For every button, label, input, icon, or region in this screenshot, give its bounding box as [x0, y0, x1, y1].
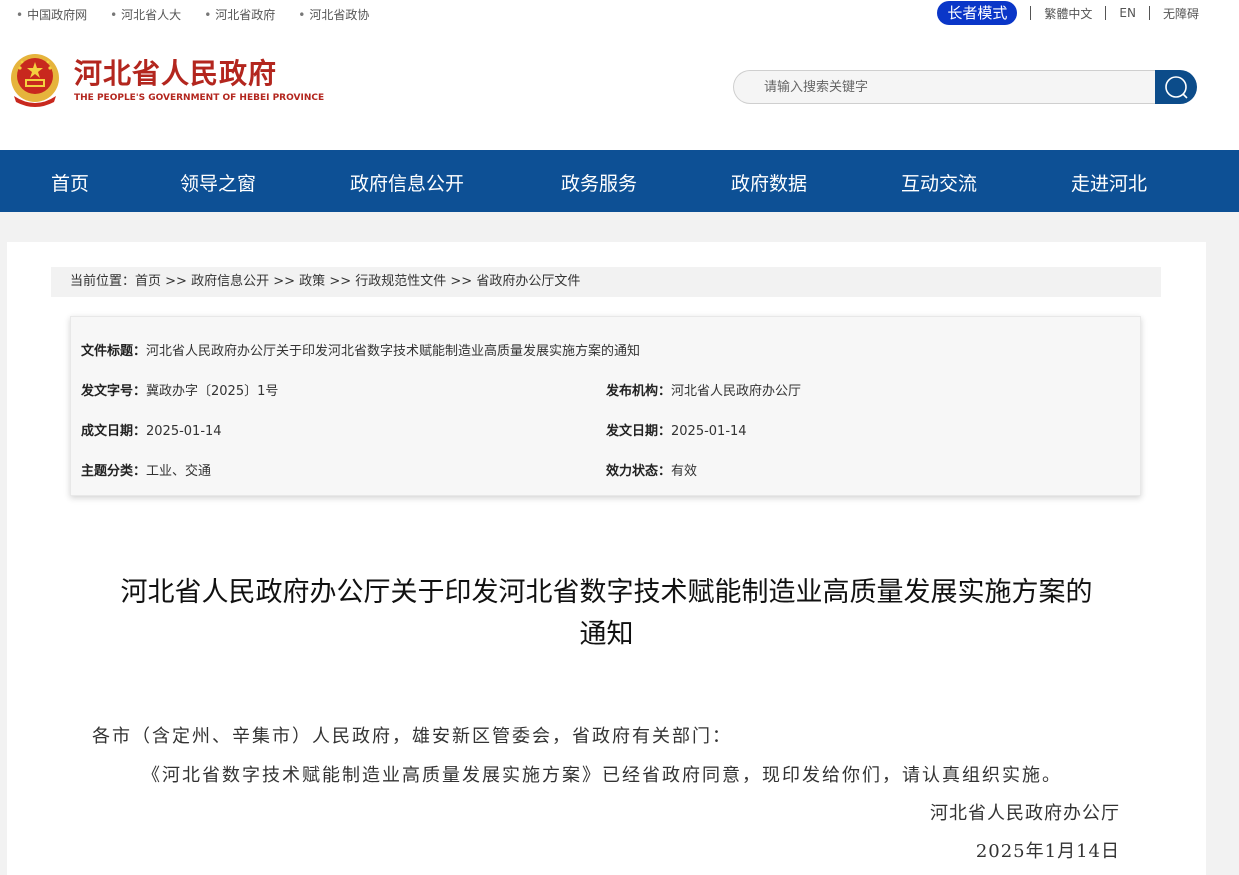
- breadcrumb-item-policy[interactable]: 政策: [299, 274, 325, 289]
- nav-item-data[interactable]: 政府数据: [731, 169, 807, 196]
- divider: [1030, 6, 1032, 20]
- meta-issuer: 发布机构：河北省人民政府办公厅: [606, 380, 801, 399]
- meta-title: 文件标题：河北省人民政府办公厅关于印发河北省数字技术赋能制造业高质量发展实施方案…: [81, 340, 640, 359]
- breadcrumb-sep: >>: [269, 274, 300, 289]
- meta-doc-no-value: 冀政办字〔2025〕1号: [146, 384, 279, 399]
- meta-doc-no: 发文字号：冀政办字〔2025〕1号: [81, 380, 278, 399]
- accessibility-link[interactable]: 无障碍: [1163, 5, 1199, 22]
- breadcrumb: 当前位置：首页 >> 政府信息公开 >> 政策 >> 行政规范性文件 >> 省政…: [51, 267, 1161, 297]
- document-metadata: 文件标题：河北省人民政府办公厅关于印发河北省数字技术赋能制造业高质量发展实施方案…: [70, 316, 1141, 496]
- top-links: 中国政府网 河北省人大 河北省政府 河北省政协: [16, 6, 392, 23]
- nav-item-home[interactable]: 首页: [51, 169, 89, 196]
- meta-status-value: 有效: [671, 464, 698, 479]
- nav-item-leaders[interactable]: 领导之窗: [180, 169, 256, 196]
- document-salutation: 各市（含定州、辛集市）人民政府，雄安新区管委会，省政府有关部门：: [92, 726, 732, 747]
- meta-issued-label: 发文日期：: [606, 424, 672, 439]
- divider: [1105, 6, 1107, 20]
- site-logo[interactable]: 河北省人民政府 THE PEOPLE'S GOVERNMENT OF HEBEI…: [8, 52, 324, 108]
- breadcrumb-item-office-docs[interactable]: 省政府办公厅文件: [476, 274, 580, 289]
- meta-status: 效力状态：有效: [606, 460, 697, 479]
- english-link[interactable]: EN: [1119, 6, 1136, 20]
- top-link-hebei-cppcc[interactable]: 河北省政协: [298, 6, 369, 23]
- top-link-hebei-gov[interactable]: 河北省政府: [204, 6, 275, 23]
- search-bar: [733, 70, 1197, 104]
- top-right-tools: 长者模式 繁體中文 EN 无障碍: [937, 1, 1199, 25]
- meta-issuer-value: 河北省人民政府办公厅: [671, 384, 802, 399]
- meta-written-value: 2025-01-14: [146, 424, 222, 439]
- meta-topic-label: 主题分类：: [81, 464, 147, 479]
- main-nav: 首页 领导之窗 政府信息公开 政务服务 政府数据 互动交流 走进河北: [0, 150, 1239, 212]
- meta-issuer-label: 发布机构：: [606, 384, 672, 399]
- meta-title-value: 河北省人民政府办公厅关于印发河北省数字技术赋能制造业高质量发展实施方案的通知: [146, 344, 641, 359]
- document-date: 2025年1月14日: [975, 841, 1120, 862]
- nav-item-interaction[interactable]: 互动交流: [901, 169, 977, 196]
- meta-written-label: 成文日期：: [81, 424, 147, 439]
- meta-topic: 主题分类：工业、交通: [81, 460, 211, 479]
- site-header: 中国政府网 河北省人大 河北省政府 河北省政协 长者模式 繁體中文 EN 无障碍…: [0, 0, 1239, 150]
- traditional-chinese-link[interactable]: 繁體中文: [1044, 5, 1092, 22]
- nav-item-services[interactable]: 政务服务: [561, 169, 637, 196]
- breadcrumb-item-normative[interactable]: 行政规范性文件: [355, 274, 446, 289]
- top-link-gov-cn[interactable]: 中国政府网: [16, 6, 87, 23]
- national-emblem-icon: [11, 54, 59, 107]
- nav-item-info-disclosure[interactable]: 政府信息公开: [350, 169, 464, 196]
- document-title-line1: 河北省人民政府办公厅关于印发河北省数字技术赋能制造业高质量发展实施方案的: [120, 577, 1093, 608]
- meta-written-date: 成文日期：2025-01-14: [81, 420, 222, 439]
- breadcrumb-sep: >>: [446, 274, 477, 289]
- document-body-paragraph: 《河北省数字技术赋能制造业高质量发展实施方案》已经省政府同意，现印发给你们，请认…: [142, 765, 1062, 786]
- breadcrumb-sep: >>: [325, 274, 356, 289]
- divider: [1148, 6, 1150, 20]
- logo-title: 河北省人民政府: [74, 57, 278, 90]
- breadcrumb-item-home[interactable]: 首页: [135, 274, 161, 289]
- meta-topic-value: 工业、交通: [146, 464, 212, 479]
- search-input[interactable]: [733, 70, 1155, 104]
- meta-status-label: 效力状态：: [606, 464, 672, 479]
- top-link-hebei-npc[interactable]: 河北省人大: [110, 6, 181, 23]
- document-title: 河北省人民政府办公厅关于印发河北省数字技术赋能制造业高质量发展实施方案的 通知: [7, 572, 1206, 656]
- document-signature: 河北省人民政府办公厅: [930, 803, 1120, 824]
- content-panel: 当前位置：首页 >> 政府信息公开 >> 政策 >> 行政规范性文件 >> 省政…: [7, 242, 1206, 875]
- logo-text: 河北省人民政府 THE PEOPLE'S GOVERNMENT OF HEBEI…: [74, 57, 324, 103]
- meta-doc-no-label: 发文字号：: [81, 384, 147, 399]
- meta-issued-value: 2025-01-14: [671, 424, 747, 439]
- nav-item-about-hebei[interactable]: 走进河北: [1071, 169, 1147, 196]
- document-title-line2: 通知: [579, 619, 634, 650]
- breadcrumb-prefix: 当前位置：: [70, 274, 136, 289]
- search-icon: [1165, 76, 1188, 99]
- meta-title-label: 文件标题：: [81, 344, 147, 359]
- logo-subtitle: THE PEOPLE'S GOVERNMENT OF HEBEI PROVINC…: [74, 93, 325, 103]
- breadcrumb-sep: >>: [161, 274, 192, 289]
- search-button[interactable]: [1155, 70, 1197, 104]
- breadcrumb-item-info[interactable]: 政府信息公开: [191, 274, 269, 289]
- meta-issued-date: 发文日期：2025-01-14: [606, 420, 747, 439]
- elder-mode-button[interactable]: 长者模式: [937, 1, 1018, 25]
